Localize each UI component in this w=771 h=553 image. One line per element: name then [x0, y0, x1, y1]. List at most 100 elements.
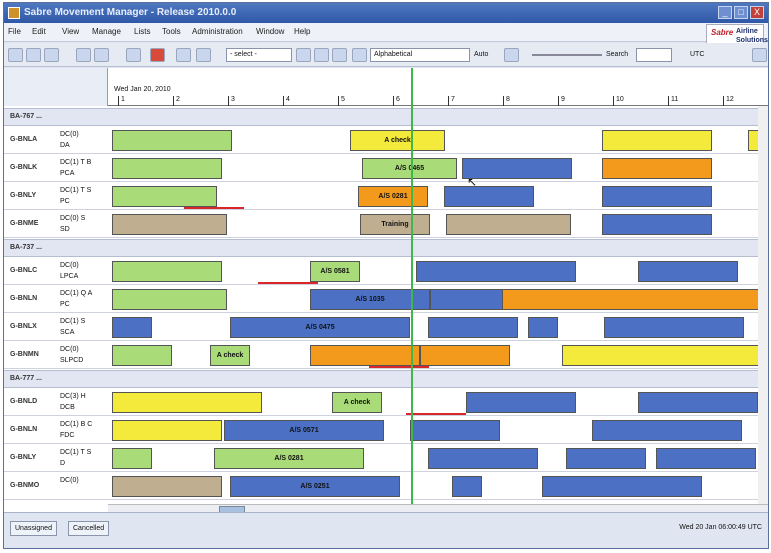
- flight-bar[interactable]: [428, 317, 518, 338]
- people-icon[interactable]: [314, 48, 329, 62]
- flight-bar[interactable]: [112, 317, 152, 338]
- flight-bar[interactable]: [420, 345, 510, 366]
- flight-bar[interactable]: [444, 186, 534, 207]
- flight-bar[interactable]: [638, 261, 738, 282]
- apply-icon[interactable]: [296, 48, 311, 62]
- flight-bar[interactable]: [452, 476, 482, 497]
- flight-bar[interactable]: [112, 130, 232, 151]
- utc-checkbox-label[interactable]: UTC: [690, 51, 704, 58]
- grid-icon[interactable]: [44, 48, 59, 62]
- fleet-group-header[interactable]: BA-777 ...: [4, 370, 768, 388]
- flight-bar[interactable]: [112, 214, 227, 235]
- flight-bar[interactable]: [528, 317, 558, 338]
- fleet-group-header[interactable]: BA-737 ...: [4, 239, 768, 257]
- aircraft-registration[interactable]: G-BNLX: [10, 323, 37, 330]
- flight-bar[interactable]: [602, 186, 712, 207]
- flight-bar[interactable]: [112, 476, 222, 497]
- flight-bar[interactable]: [112, 448, 152, 469]
- flight-bar[interactable]: [112, 261, 222, 282]
- aircraft-registration[interactable]: G-BNLY: [10, 192, 36, 199]
- search-tool-icon[interactable]: [94, 48, 109, 62]
- flight-bar[interactable]: [604, 317, 744, 338]
- flight-bar[interactable]: [462, 158, 572, 179]
- cancelled-button[interactable]: Cancelled: [68, 521, 110, 536]
- flight-bar[interactable]: A/S 0475: [230, 317, 410, 338]
- aircraft-registration[interactable]: G-BNLK: [10, 164, 37, 171]
- zoom-icon[interactable]: [8, 48, 23, 62]
- people-edit-icon[interactable]: [332, 48, 347, 62]
- flight-bar[interactable]: A check: [350, 130, 445, 151]
- flight-bar[interactable]: [430, 289, 510, 310]
- flight-bar[interactable]: [566, 448, 646, 469]
- flight-bar[interactable]: [112, 158, 222, 179]
- flight-bar[interactable]: [562, 345, 768, 366]
- flight-bar[interactable]: [602, 214, 712, 235]
- flight-bar[interactable]: A/S 0281: [358, 186, 428, 207]
- menu-window[interactable]: Window: [256, 27, 284, 36]
- flight-bar[interactable]: [602, 130, 712, 151]
- minimize-button[interactable]: _: [718, 6, 732, 19]
- help-icon[interactable]: [752, 48, 767, 62]
- menu-help[interactable]: Help: [294, 27, 310, 36]
- flight-bar[interactable]: [656, 448, 756, 469]
- aircraft-registration[interactable]: G-BNLC: [10, 267, 37, 274]
- flight-bar[interactable]: [112, 345, 172, 366]
- flight-bar[interactable]: A/S 0281: [214, 448, 364, 469]
- flight-bar[interactable]: A check: [332, 392, 382, 413]
- auto-checkbox-label[interactable]: Auto: [474, 51, 488, 58]
- menu-manage[interactable]: Manage: [92, 27, 121, 36]
- aircraft-registration[interactable]: G-BNLD: [10, 398, 37, 405]
- aircraft-registration[interactable]: G-BNLN: [10, 426, 37, 433]
- flight-bar[interactable]: [466, 392, 576, 413]
- flight-bar[interactable]: [416, 261, 576, 282]
- flight-bar[interactable]: [592, 420, 742, 441]
- aircraft-registration[interactable]: G-BNME: [10, 220, 38, 227]
- menu-file[interactable]: File: [8, 27, 21, 36]
- sort-dropdown[interactable]: Alphabetical: [370, 48, 470, 62]
- flight-bar[interactable]: A/S 0465: [362, 158, 457, 179]
- close-button[interactable]: X: [750, 6, 764, 19]
- flight-bar[interactable]: [112, 420, 222, 441]
- aircraft-registration[interactable]: G-BNLN: [10, 295, 37, 302]
- alert-icon[interactable]: [150, 48, 165, 62]
- select-dropdown[interactable]: - select -: [226, 48, 292, 62]
- calendar-icon[interactable]: [26, 48, 41, 62]
- flight-bar[interactable]: [112, 392, 262, 413]
- flight-bar[interactable]: A/S 0251: [230, 476, 400, 497]
- flight-bar[interactable]: [112, 289, 227, 310]
- flight-bar[interactable]: [502, 289, 768, 310]
- flight-bar[interactable]: A check: [210, 345, 250, 366]
- flight-bar[interactable]: [428, 448, 538, 469]
- flight-bar[interactable]: [410, 420, 500, 441]
- maximize-button[interactable]: □: [734, 6, 748, 19]
- filter-icon[interactable]: [176, 48, 191, 62]
- menu-lists[interactable]: Lists: [134, 27, 150, 36]
- zoom-slider[interactable]: [532, 54, 602, 56]
- flight-bar[interactable]: A/S 0581: [310, 261, 360, 282]
- unassigned-button[interactable]: Unassigned: [10, 521, 57, 536]
- aircraft-registration[interactable]: G-BNLY: [10, 454, 36, 461]
- flight-bar[interactable]: [542, 476, 702, 497]
- flight-bar[interactable]: [310, 345, 420, 366]
- flight-bar[interactable]: [112, 186, 217, 207]
- refresh-icon[interactable]: [504, 48, 519, 62]
- search-input[interactable]: [636, 48, 672, 62]
- flight-bar[interactable]: Training: [360, 214, 430, 235]
- menu-administration[interactable]: Administration: [192, 27, 243, 36]
- flight-bar[interactable]: [602, 158, 712, 179]
- aircraft-registration[interactable]: G-BNMN: [10, 351, 39, 358]
- flight-bar[interactable]: A/S 0571: [224, 420, 384, 441]
- sort-icon[interactable]: [352, 48, 367, 62]
- flight-bar[interactable]: [446, 214, 571, 235]
- document-icon[interactable]: [126, 48, 141, 62]
- filter-clear-icon[interactable]: [196, 48, 211, 62]
- print-icon[interactable]: [76, 48, 91, 62]
- vertical-scrollbar[interactable]: [758, 106, 768, 504]
- fleet-group-header[interactable]: BA-767 ...: [4, 108, 768, 126]
- flight-bar[interactable]: [638, 392, 758, 413]
- aircraft-registration[interactable]: G-BNMO: [10, 482, 39, 489]
- menu-edit[interactable]: Edit: [32, 27, 46, 36]
- menu-tools[interactable]: Tools: [162, 27, 181, 36]
- menu-view[interactable]: View: [62, 27, 79, 36]
- aircraft-registration[interactable]: G-BNLA: [10, 136, 37, 143]
